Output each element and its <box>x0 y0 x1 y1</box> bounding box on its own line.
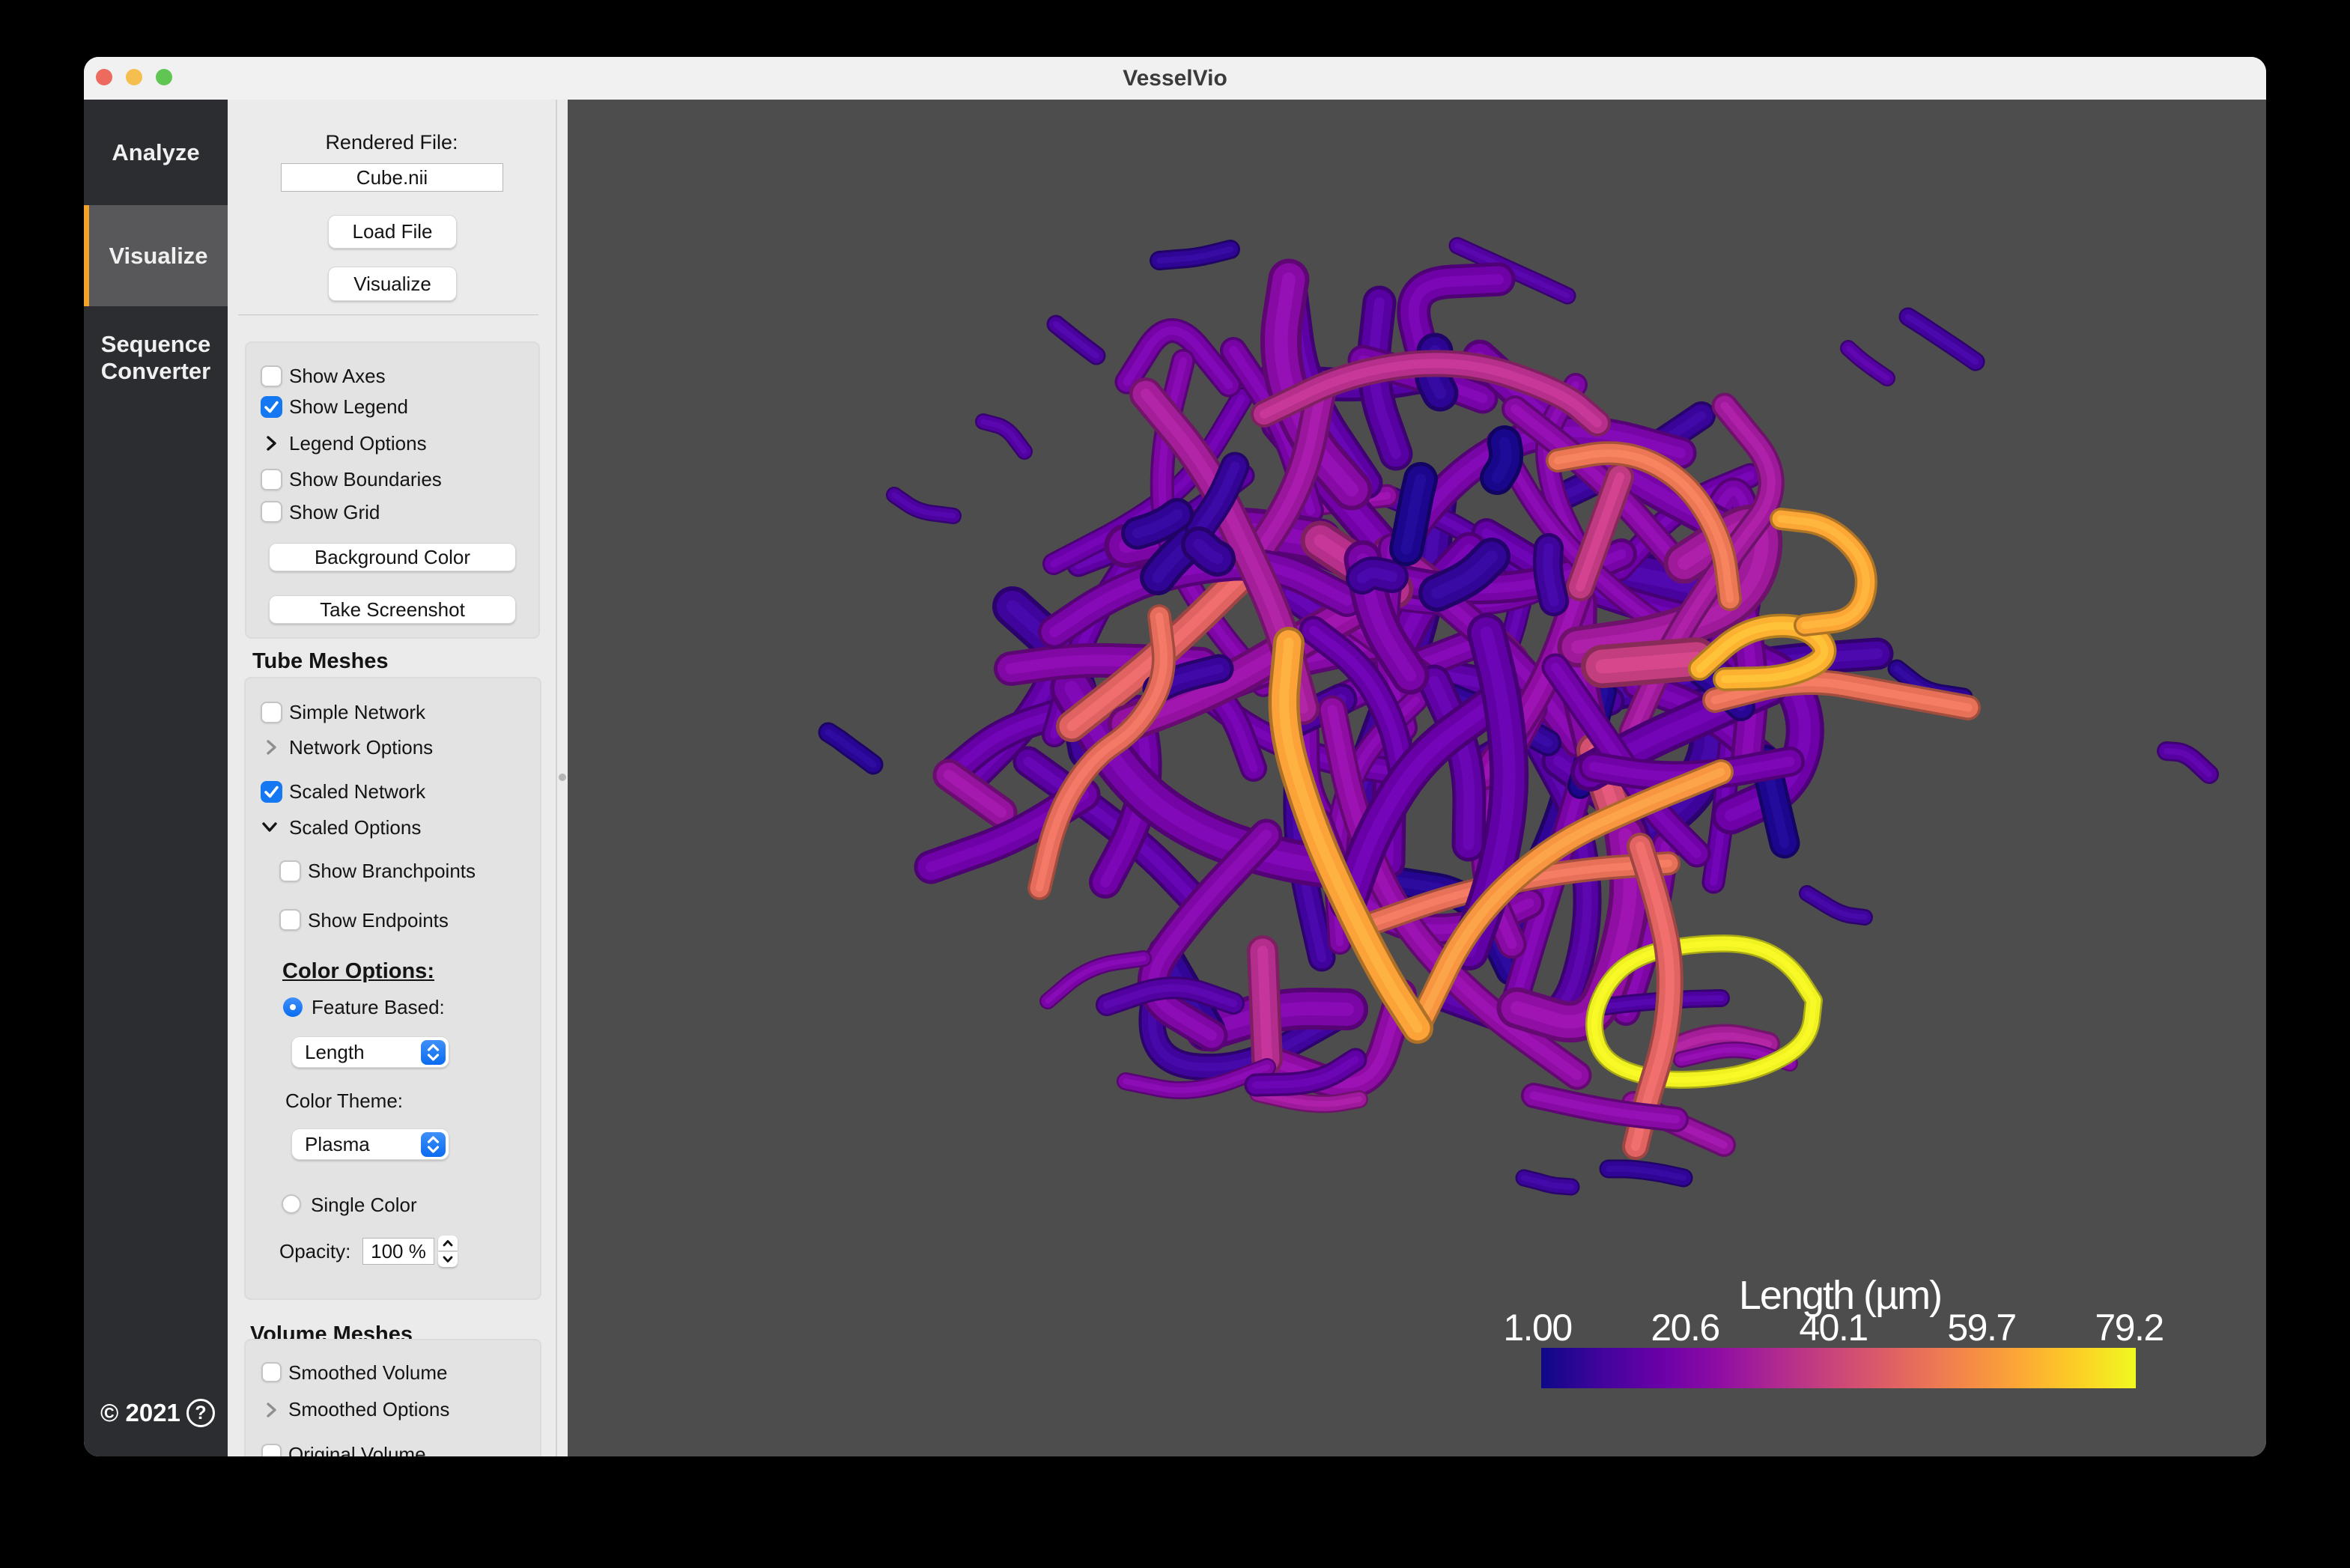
svg-text:20.6: 20.6 <box>1651 1307 1719 1349</box>
svg-text:40.1: 40.1 <box>1799 1307 1867 1349</box>
svg-text:1.00: 1.00 <box>1503 1307 1571 1349</box>
svg-text:59.7: 59.7 <box>1947 1307 2015 1349</box>
svg-text:79.2: 79.2 <box>2095 1307 2163 1349</box>
